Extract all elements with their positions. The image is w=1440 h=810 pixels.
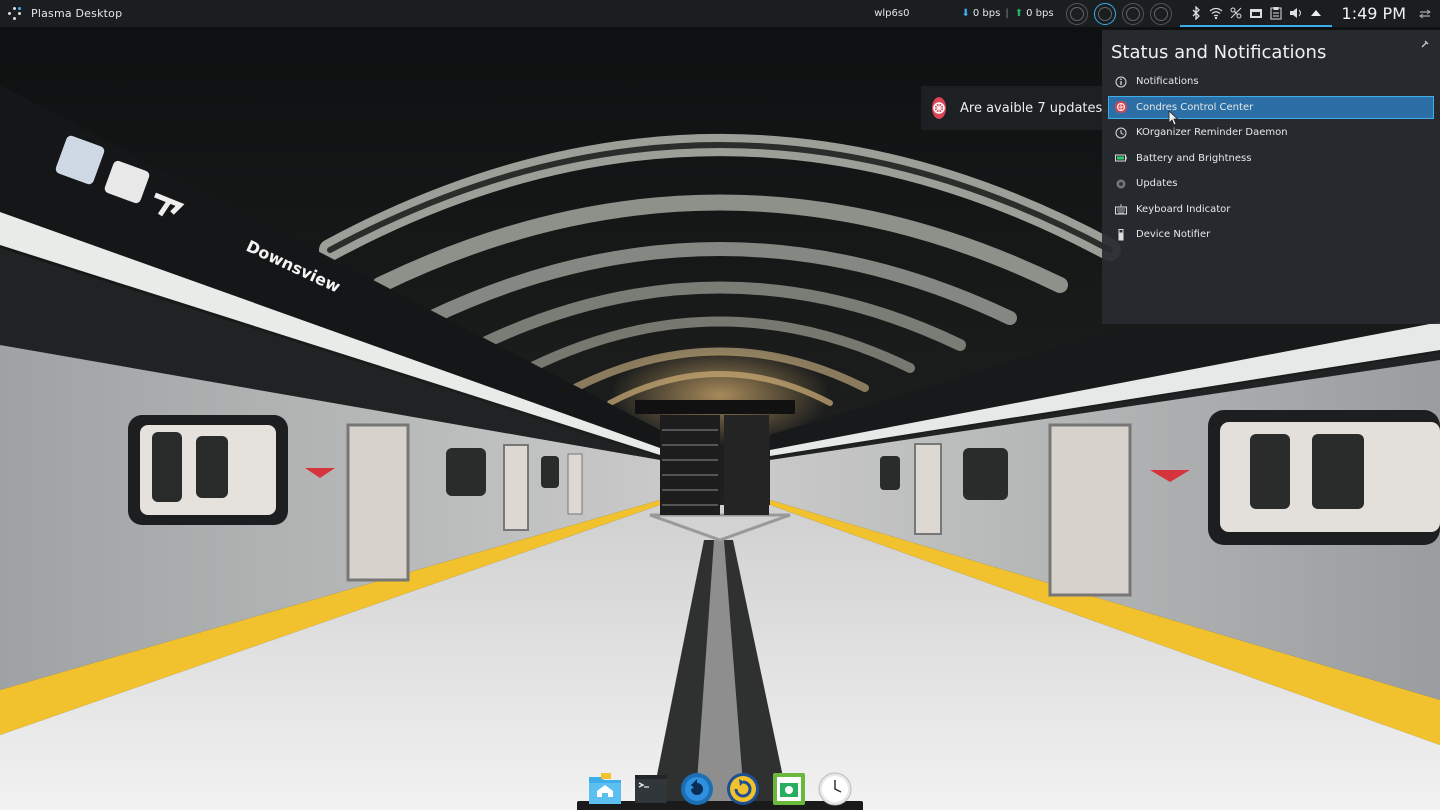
tray-item-label: KOrganizer Reminder Daemon [1136,127,1288,138]
popup-title: Status and Notifications [1111,42,1327,63]
tray-item-label: Notifications [1136,76,1199,87]
status-notifications-popup: Status and Notifications Notifications C… [1102,30,1440,324]
screenshot-icon [773,773,805,805]
tray-item-notifications[interactable]: Notifications [1108,70,1434,93]
condres-update-icon [932,97,946,119]
update-notification-toast[interactable]: Are avaible 7 updates... [921,86,1115,130]
tray-item-battery-brightness[interactable]: Battery and Brightness [1108,147,1434,170]
tray-item-label: Keyboard Indicator [1136,203,1231,215]
terminal-icon [635,775,667,803]
usb-device-icon [1115,228,1127,241]
tray-item-label: Updates [1136,178,1178,189]
volume-icon[interactable] [1288,5,1304,21]
expand-tray-icon[interactable] [1308,5,1324,21]
updates-gear-icon [1115,178,1127,190]
plasma-launcher-icon [8,6,22,21]
battery-icon [1115,152,1127,164]
tray-item-label: Device Notifier [1136,229,1211,240]
pin-icon[interactable] [1420,39,1430,49]
upload-arrow-icon: ⬆ [1014,8,1024,19]
system-update-icon [681,773,713,805]
dock-home-folder[interactable] [587,771,623,807]
cpu-monitor-icon[interactable] [1065,2,1088,25]
disk-monitor-icon[interactable] [1149,2,1172,25]
dock-terminal[interactable] [633,771,669,807]
network-speed-monitor[interactable]: ⬇ 0 bps | ⬆ 0 bps [961,8,1053,19]
upload-speed: 0 bps [1026,8,1054,19]
clipboard-icon[interactable] [1268,5,1284,21]
tray-item-label: Condres Control Center [1136,101,1254,113]
condres-icon [1115,101,1127,113]
wifi-icon[interactable] [1208,5,1224,21]
system-monitors [1060,2,1172,25]
swap-monitor-icon[interactable] [1121,2,1144,25]
network-interface-label: wlp6s0 [874,8,910,19]
bluetooth-icon[interactable] [1188,5,1204,21]
dock-screenshot[interactable] [771,771,807,807]
clock-icon [1115,127,1127,139]
memory-monitor-icon[interactable] [1093,2,1116,25]
dock-clock[interactable] [817,771,853,807]
info-icon [1115,76,1127,88]
tray-item-condres-control-center[interactable]: Condres Control Center [1108,95,1434,119]
speed-separator: | [1005,8,1009,19]
dock-system-update[interactable] [679,771,715,807]
panel-settings-icon[interactable] [1418,7,1432,21]
tray-item-updates[interactable]: Updates [1108,172,1434,195]
network-icon[interactable] [1228,5,1244,21]
tray-item-label: Battery and Brightness [1136,152,1252,164]
mouse-pointer-icon [1168,110,1178,126]
download-arrow-icon: ⬇ [961,8,970,19]
tray-item-korganizer-reminder[interactable]: KOrganizer Reminder Daemon [1108,121,1434,144]
active-window-title: Plasma Desktop [31,7,123,20]
tray-item-device-notifier[interactable]: Device Notifier [1108,223,1434,246]
tray-item-list: Notifications Condres Control Center KOr… [1108,70,1434,249]
clock-app-icon [818,772,852,806]
application-dock [577,768,863,810]
backup-icon [727,773,759,805]
notification-message: Are avaible 7 updates... [960,100,1115,116]
keyboard-icon [1115,203,1127,215]
dock-backup[interactable] [725,771,761,807]
system-tray [1179,0,1332,27]
download-speed: 0 bps [972,8,1001,19]
top-panel: Plasma Desktop wlp6s0 ⬇ 0 bps | ⬆ 0 bps [0,0,1440,27]
tray-item-keyboard-indicator[interactable]: Keyboard Indicator [1108,198,1434,221]
application-launcher[interactable]: Plasma Desktop [0,0,122,27]
folder-icon[interactable] [1248,5,1264,21]
digital-clock[interactable]: 1:49 PM [1342,4,1406,23]
home-folder-icon [589,773,621,804]
